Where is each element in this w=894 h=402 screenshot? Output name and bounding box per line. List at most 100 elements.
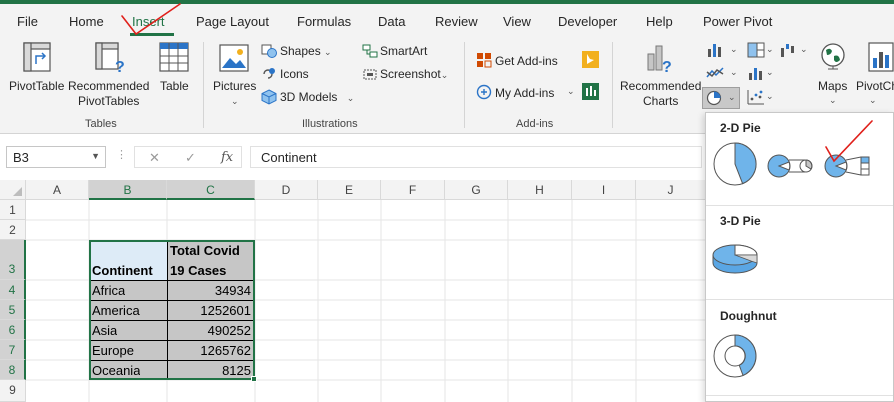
my-add-ins-caret-icon[interactable]: ⌄ [567, 86, 575, 97]
pie-chart-caret-icon: ⌄ [728, 92, 736, 102]
maps-button[interactable]: Maps [818, 79, 847, 94]
tab-help[interactable]: Help [646, 14, 673, 29]
formula-bar-grip-icon[interactable]: ⋮ [116, 148, 127, 161]
pie-chart-dropdown: 2-D Pie 3-D Pie Doughnut [705, 112, 894, 402]
pictures-caret-icon[interactable]: ⌄ [231, 96, 239, 107]
group-separator [203, 42, 204, 128]
fill-handle[interactable] [251, 376, 257, 382]
column-header-a[interactable]: A [26, 180, 89, 200]
tab-page-layout[interactable]: Page Layout [196, 14, 269, 29]
column-chart-icon[interactable] [706, 42, 724, 58]
column-header-g[interactable]: G [445, 180, 508, 200]
tab-home[interactable]: Home [69, 14, 104, 29]
3d-models-button[interactable]: 3D Models ⌄ [280, 90, 354, 104]
smartart-icon [362, 44, 378, 58]
waterfall-chart-caret-icon[interactable]: ⌄ [800, 44, 808, 55]
tab-file[interactable]: File [17, 14, 38, 29]
formula-input[interactable]: Continent [250, 146, 702, 168]
select-all-button[interactable] [0, 180, 26, 200]
tab-data[interactable]: Data [378, 14, 405, 29]
section-title-3d-pie: 3-D Pie [720, 214, 761, 228]
table-button[interactable]: Table [160, 79, 189, 94]
tab-review[interactable]: Review [435, 14, 478, 29]
tab-view[interactable]: View [503, 14, 531, 29]
group-separator [612, 42, 613, 128]
pivotchart-button[interactable]: PivotCh [856, 79, 894, 94]
row-header-4[interactable]: 4 [0, 280, 26, 300]
cancel-icon[interactable]: ✕ [149, 150, 160, 166]
dropdown-separator [706, 205, 893, 206]
scatter-chart-icon[interactable] [747, 89, 765, 105]
line-chart-caret-icon[interactable]: ⌄ [730, 67, 738, 78]
smartart-button[interactable]: SmartArt [380, 44, 427, 58]
row-header-3[interactable]: 3 [0, 240, 26, 280]
recommended-pivottables-button[interactable]: Recommended PivotTables [68, 79, 149, 109]
insert-function-icon[interactable]: fx [221, 150, 233, 165]
screenshot-caret-icon: ⌄ [440, 70, 449, 80]
line-chart-icon[interactable] [706, 65, 724, 81]
column-header-c[interactable]: C [167, 180, 255, 200]
row-header-7[interactable]: 7 [0, 340, 26, 360]
shapes-caret-icon: ⌄ [324, 47, 332, 57]
icons-button[interactable]: Icons [280, 67, 309, 81]
bing-maps-icon[interactable] [582, 51, 599, 68]
my-add-ins-icon [476, 84, 492, 100]
group-label-illustrations: Illustrations [302, 118, 358, 130]
row-header-2[interactable]: 2 [0, 220, 26, 240]
column-header-j[interactable]: J [636, 180, 706, 200]
hierarchy-chart-icon[interactable] [747, 42, 765, 58]
pie-chart-option[interactable] [712, 141, 758, 187]
statistic-chart-caret-icon[interactable]: ⌄ [766, 67, 774, 78]
enter-icon[interactable]: ✓ [185, 150, 196, 166]
column-header-h[interactable]: H [508, 180, 572, 200]
column-header-i[interactable]: I [572, 180, 636, 200]
pie-of-pie-chart-option[interactable] [766, 151, 816, 181]
checkmark-annotation-icon [121, 3, 181, 36]
column-header-d[interactable]: D [255, 180, 318, 200]
row-header-5[interactable]: 5 [0, 300, 26, 320]
recommended-pivottables-label-1: Recommended [68, 79, 150, 93]
group-separator [464, 42, 465, 128]
selection-range [89, 240, 255, 380]
row-header-8[interactable]: 8 [0, 360, 26, 380]
tab-formulas[interactable]: Formulas [297, 14, 351, 29]
pivottable-icon [23, 42, 51, 72]
name-box-caret-icon[interactable]: ▼ [91, 151, 100, 161]
people-graph-icon[interactable] [582, 83, 599, 100]
group-label-add-ins: Add-ins [516, 118, 554, 130]
recommended-pivottables-icon: ? [95, 42, 125, 74]
maps-caret-icon[interactable]: ⌄ [829, 95, 837, 106]
statistic-chart-icon[interactable] [747, 65, 765, 81]
tab-power-pivot[interactable]: Power Pivot [703, 14, 772, 29]
3d-pie-chart-option[interactable] [711, 237, 759, 277]
row-header-9[interactable]: 9 [0, 380, 26, 402]
column-header-f[interactable]: F [381, 180, 445, 200]
row-header-1[interactable]: 1 [0, 200, 26, 220]
row-header-6[interactable]: 6 [0, 320, 26, 340]
pivottable-button[interactable]: PivotTable [9, 79, 64, 94]
hierarchy-chart-caret-icon[interactable]: ⌄ [766, 44, 774, 55]
column-chart-caret-icon[interactable]: ⌄ [730, 44, 738, 55]
name-box[interactable]: B3 ▼ [6, 146, 106, 168]
tab-developer[interactable]: Developer [558, 14, 617, 29]
recommended-charts-button[interactable]: Recommended Charts [620, 79, 701, 109]
section-title-doughnut: Doughnut [720, 309, 777, 323]
screenshot-icon [363, 69, 377, 80]
shapes-button[interactable]: Shapes ⌄ [280, 44, 332, 58]
column-header-b[interactable]: B [89, 180, 167, 200]
get-add-ins-button[interactable]: Get Add-ins [495, 54, 558, 68]
recommended-charts-label-2: Charts [643, 94, 679, 108]
group-label-tables: Tables [85, 118, 117, 130]
my-add-ins-button[interactable]: My Add-ins [495, 86, 554, 100]
dropdown-separator [706, 299, 893, 300]
icons-icon [263, 68, 275, 79]
table-icon [159, 42, 189, 72]
waterfall-chart-icon[interactable] [779, 42, 797, 58]
doughnut-chart-option[interactable] [712, 333, 758, 379]
get-add-ins-icon [477, 53, 492, 68]
screenshot-button[interactable]: Screenshot⌄ [380, 67, 448, 81]
pictures-button[interactable]: Pictures [213, 79, 256, 94]
column-header-e[interactable]: E [318, 180, 381, 200]
scatter-chart-caret-icon[interactable]: ⌄ [766, 91, 774, 102]
pivotchart-caret-icon[interactable]: ⌄ [869, 95, 877, 106]
